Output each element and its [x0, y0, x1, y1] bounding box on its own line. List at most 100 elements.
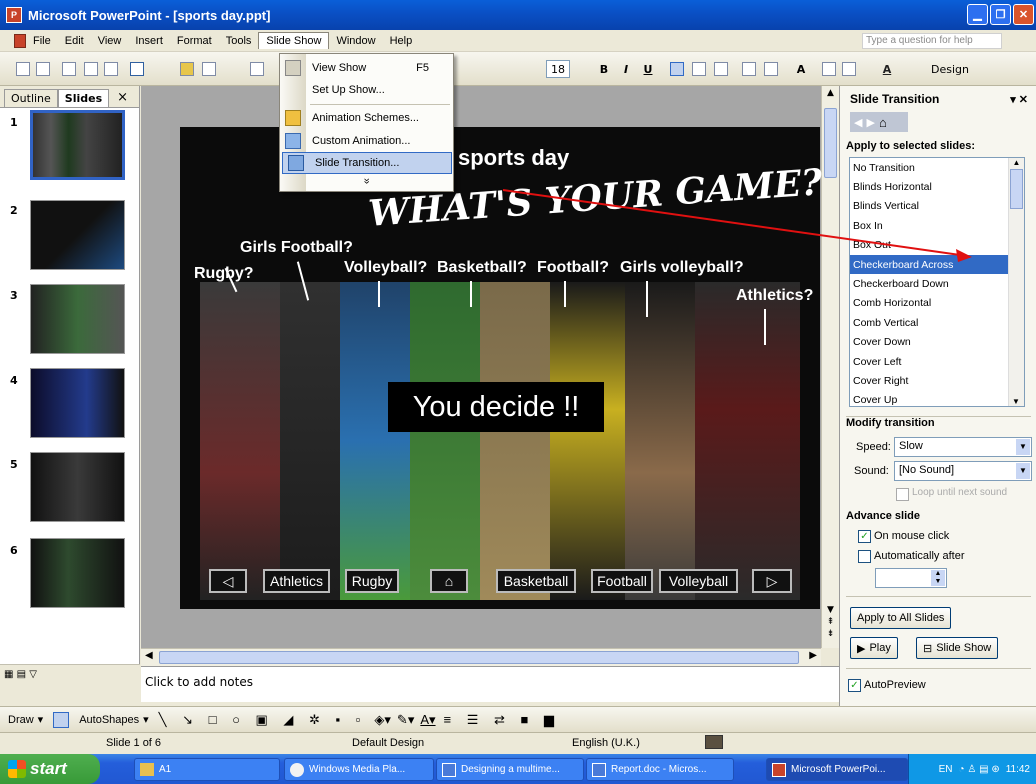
line-style-icons[interactable]: ≡ ☰ ⇄ ■ ▆ [444, 712, 560, 728]
menu-slide-show[interactable]: Slide Show [258, 32, 330, 49]
increase-font-icon[interactable]: A [794, 60, 808, 78]
slide-thumbnail[interactable] [30, 200, 125, 270]
list-item[interactable]: No Transition [850, 158, 1024, 177]
list-item[interactable]: Cover Up [850, 391, 1024, 406]
slide-show-button[interactable]: ⊟ Slide Show [916, 637, 999, 659]
menu-tools[interactable]: Tools [219, 33, 259, 49]
hscroll-thumb[interactable] [159, 651, 799, 664]
tab-slides[interactable]: Slides [57, 89, 110, 107]
nav-basketball-button[interactable]: Basketball [496, 569, 576, 593]
tab-outline[interactable]: Outline [4, 89, 58, 107]
auto-time-spinner[interactable]: ▲ ▼ [875, 568, 947, 588]
play-button[interactable]: ▶ Play [850, 637, 898, 659]
autopreview-checkbox[interactable]: ✓ [848, 679, 861, 692]
list-item[interactable]: Cover Left [850, 352, 1024, 371]
forward-icon[interactable]: ▶ [866, 116, 874, 129]
line-color-icon[interactable]: ✎▾ [397, 712, 414, 728]
spelling-icon[interactable] [705, 735, 723, 749]
bold-button[interactable]: B [596, 60, 612, 78]
autoshapes-menu[interactable]: AutoShapes [79, 714, 139, 726]
scroll-up-icon[interactable]: ▲ [823, 88, 838, 103]
align-left-icon[interactable] [670, 62, 684, 76]
menu-help[interactable]: Help [383, 33, 420, 49]
horizontal-scrollbar[interactable]: ◀ ▶ [141, 648, 821, 666]
close-pane-icon[interactable]: × [109, 88, 136, 107]
list-item[interactable]: Box In [850, 216, 1024, 235]
nav-football-button[interactable]: Football [591, 569, 653, 593]
paste-icon[interactable] [104, 62, 118, 76]
chevron-down-icon[interactable]: ▼ [1016, 439, 1030, 455]
italic-button[interactable]: I [618, 60, 634, 78]
auto-checkbox[interactable] [858, 550, 871, 563]
drawing-tools-icons[interactable]: ╲ ↘ □ ○ ▣ ◢ ✲ ▪ ▫ [159, 712, 367, 728]
copy-icon[interactable] [84, 62, 98, 76]
undo-icon[interactable] [130, 62, 144, 76]
scroll-thumb[interactable] [824, 108, 837, 178]
draw-menu[interactable]: Draw [8, 714, 34, 726]
minimize-button[interactable]: ▁ [967, 4, 988, 25]
fill-color-icon[interactable]: ◈▾ [374, 712, 391, 728]
open-icon[interactable] [36, 62, 50, 76]
scroll-down-icon[interactable]: ▼ [1009, 397, 1023, 406]
language-indicator[interactable]: EN [939, 764, 953, 775]
tray-icons[interactable]: ◔ ♙ ▤ ⊛ [959, 764, 1000, 775]
on-click-checkbox[interactable]: ✓ [858, 530, 871, 543]
expand-menu-icon[interactable]: » [361, 95, 373, 268]
nav-forward-button[interactable]: ▷ [752, 569, 792, 593]
list-scroll-thumb[interactable] [1010, 169, 1023, 209]
close-button[interactable]: ✕ [1013, 4, 1034, 25]
chevron-down-icon[interactable]: ▼ [1016, 463, 1030, 479]
slide-thumbnail[interactable] [30, 110, 125, 180]
scroll-up-icon[interactable]: ▲ [1009, 158, 1024, 167]
increase-indent-icon[interactable] [842, 62, 856, 76]
list-item[interactable]: Cover Right [850, 371, 1024, 390]
slide-thumbnail[interactable] [30, 284, 125, 354]
start-button[interactable]: start [0, 754, 100, 784]
list-item[interactable]: Blinds Horizontal [850, 177, 1024, 196]
design-button[interactable]: Design [920, 60, 980, 78]
task-report[interactable]: Report.doc - Micros... [586, 758, 734, 781]
grid-icon[interactable] [250, 62, 264, 76]
nav-rugby-button[interactable]: Rugby [345, 569, 399, 593]
list-item[interactable]: Cover Down [850, 333, 1024, 352]
spinner-icon[interactable]: ▲ ▼ [931, 570, 945, 586]
menu-insert[interactable]: Insert [128, 33, 170, 49]
task-a1[interactable]: A1 [134, 758, 280, 781]
scroll-right-icon[interactable]: ▶ [809, 650, 817, 661]
list-item[interactable]: Comb Horizontal [850, 294, 1024, 313]
help-question-box[interactable]: Type a question for help [862, 33, 1002, 49]
back-icon[interactable]: ◀ [854, 116, 862, 129]
menu-view[interactable]: View [91, 33, 129, 49]
slide-thumbnail[interactable] [30, 538, 125, 608]
list-item-selected[interactable]: Checkerboard Across [850, 254, 1024, 275]
font-size-box[interactable]: 18 [546, 60, 570, 78]
restore-button[interactable]: ❐ [990, 4, 1011, 25]
nav-athletics-button[interactable]: Athletics [263, 569, 330, 593]
transition-list[interactable]: No Transition Blinds Horizontal Blinds V… [849, 157, 1025, 407]
nav-volleyball-button[interactable]: Volleyball [659, 569, 738, 593]
table-icon[interactable] [202, 62, 216, 76]
scroll-down-icon[interactable]: ▼ ⇞ ⇟ [823, 604, 838, 644]
align-right-icon[interactable] [714, 62, 728, 76]
menu-view-show[interactable]: View Show F5 [280, 57, 453, 79]
apply-all-button[interactable]: Apply to All Slides [850, 607, 952, 629]
font-color-icon[interactable]: A [880, 60, 894, 78]
task-designing[interactable]: Designing a multime... [436, 758, 584, 781]
nav-back-button[interactable]: ◁ [209, 569, 247, 593]
menu-format[interactable]: Format [170, 33, 219, 49]
pane-menu-icon[interactable]: ▾ ✕ [1010, 93, 1028, 106]
sound-select[interactable]: [No Sound] ▼ [894, 461, 1032, 481]
decrease-indent-icon[interactable] [822, 62, 836, 76]
chart-icon[interactable] [180, 62, 194, 76]
underline-button[interactable]: U [640, 60, 656, 78]
home-icon[interactable]: ⌂ [879, 115, 887, 130]
select-pointer-icon[interactable] [53, 711, 70, 728]
new-icon[interactable] [16, 62, 30, 76]
menu-window[interactable]: Window [329, 33, 382, 49]
menu-edit[interactable]: Edit [58, 33, 91, 49]
numbering-icon[interactable] [742, 62, 756, 76]
list-item[interactable]: Blinds Vertical [850, 197, 1024, 216]
align-center-icon[interactable] [692, 62, 706, 76]
document-icon[interactable] [14, 33, 26, 48]
bullets-icon[interactable] [764, 62, 778, 76]
